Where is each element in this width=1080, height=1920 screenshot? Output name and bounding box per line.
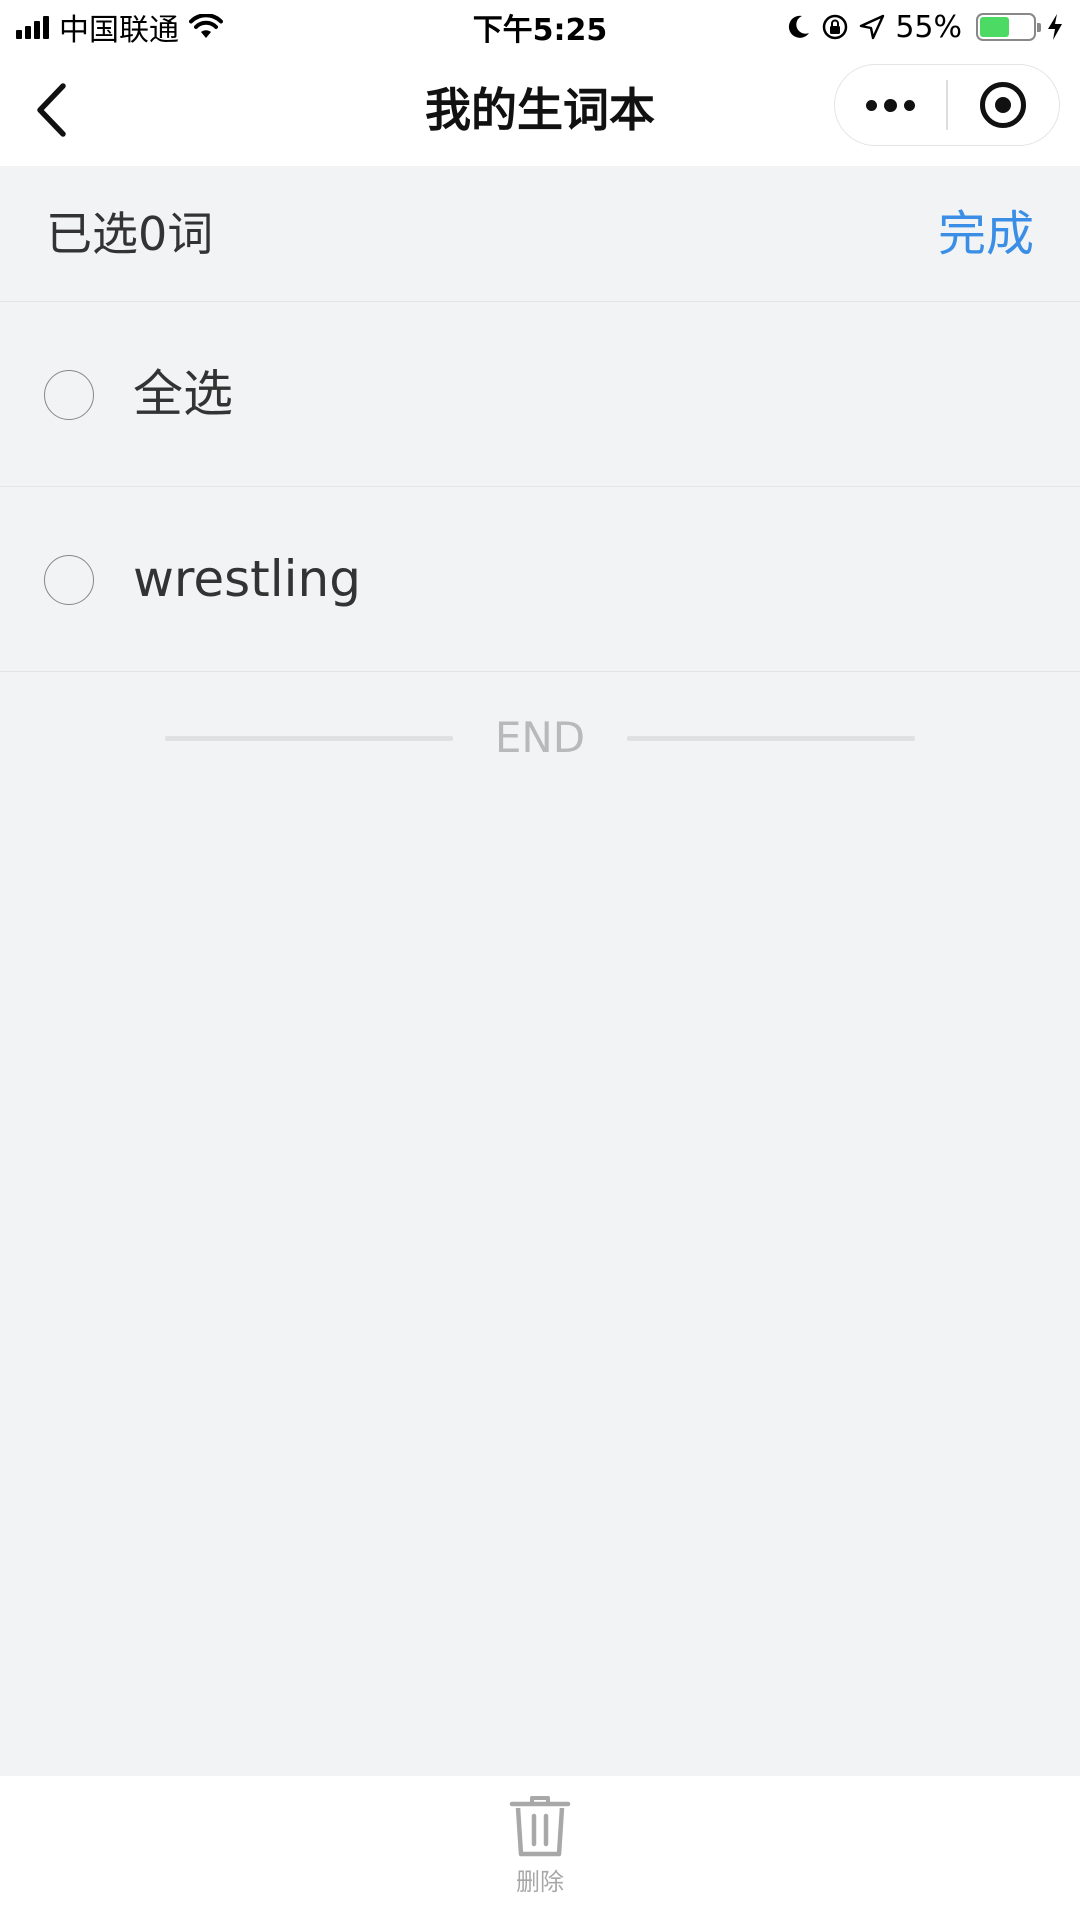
end-text: END (494, 713, 586, 762)
target-icon (980, 82, 1027, 128)
delete-button[interactable]: 删除 (490, 1796, 590, 1906)
back-icon (37, 83, 66, 137)
more-icon (866, 98, 916, 112)
battery-level (980, 17, 1009, 37)
selected-count: 已选0词 (46, 207, 214, 261)
rotation-lock-icon (823, 14, 848, 40)
mini-program-capsule (834, 64, 1060, 146)
end-line-right (627, 736, 915, 741)
status-right: 55% (787, 10, 1064, 45)
battery-percent: 55% (895, 9, 962, 45)
nav-bar: 我的生词本 (0, 54, 1080, 166)
location-icon (860, 14, 885, 40)
select-all-row[interactable]: 全选 (0, 302, 1080, 487)
list-item[interactable]: wrestling (0, 487, 1080, 672)
bottom-toolbar: 删除 (0, 1776, 1080, 1920)
status-left: 中国联通 (16, 5, 223, 49)
end-divider: END (0, 700, 1080, 776)
signal-icon (16, 15, 49, 39)
select-all-checkbox[interactable] (44, 370, 94, 420)
word-label: wrestling (133, 550, 361, 608)
more-button[interactable] (835, 65, 946, 145)
selection-header: 已选0词 完成 (0, 166, 1080, 302)
charging-icon (1048, 14, 1062, 40)
close-mini-program-button[interactable] (948, 65, 1059, 145)
select-all-label: 全选 (133, 365, 233, 423)
wifi-icon (189, 14, 223, 38)
status-bar: 中国联通 下午5:25 55% (0, 0, 1080, 54)
carrier-name: 中国联通 (59, 13, 179, 48)
back-button[interactable] (22, 80, 82, 140)
moon-icon (789, 15, 810, 38)
done-button[interactable]: 完成 (938, 166, 1034, 302)
battery-icon (976, 13, 1041, 41)
trash-icon (509, 1796, 571, 1857)
word-checkbox[interactable] (44, 555, 94, 605)
delete-label: 删除 (516, 1868, 564, 1896)
